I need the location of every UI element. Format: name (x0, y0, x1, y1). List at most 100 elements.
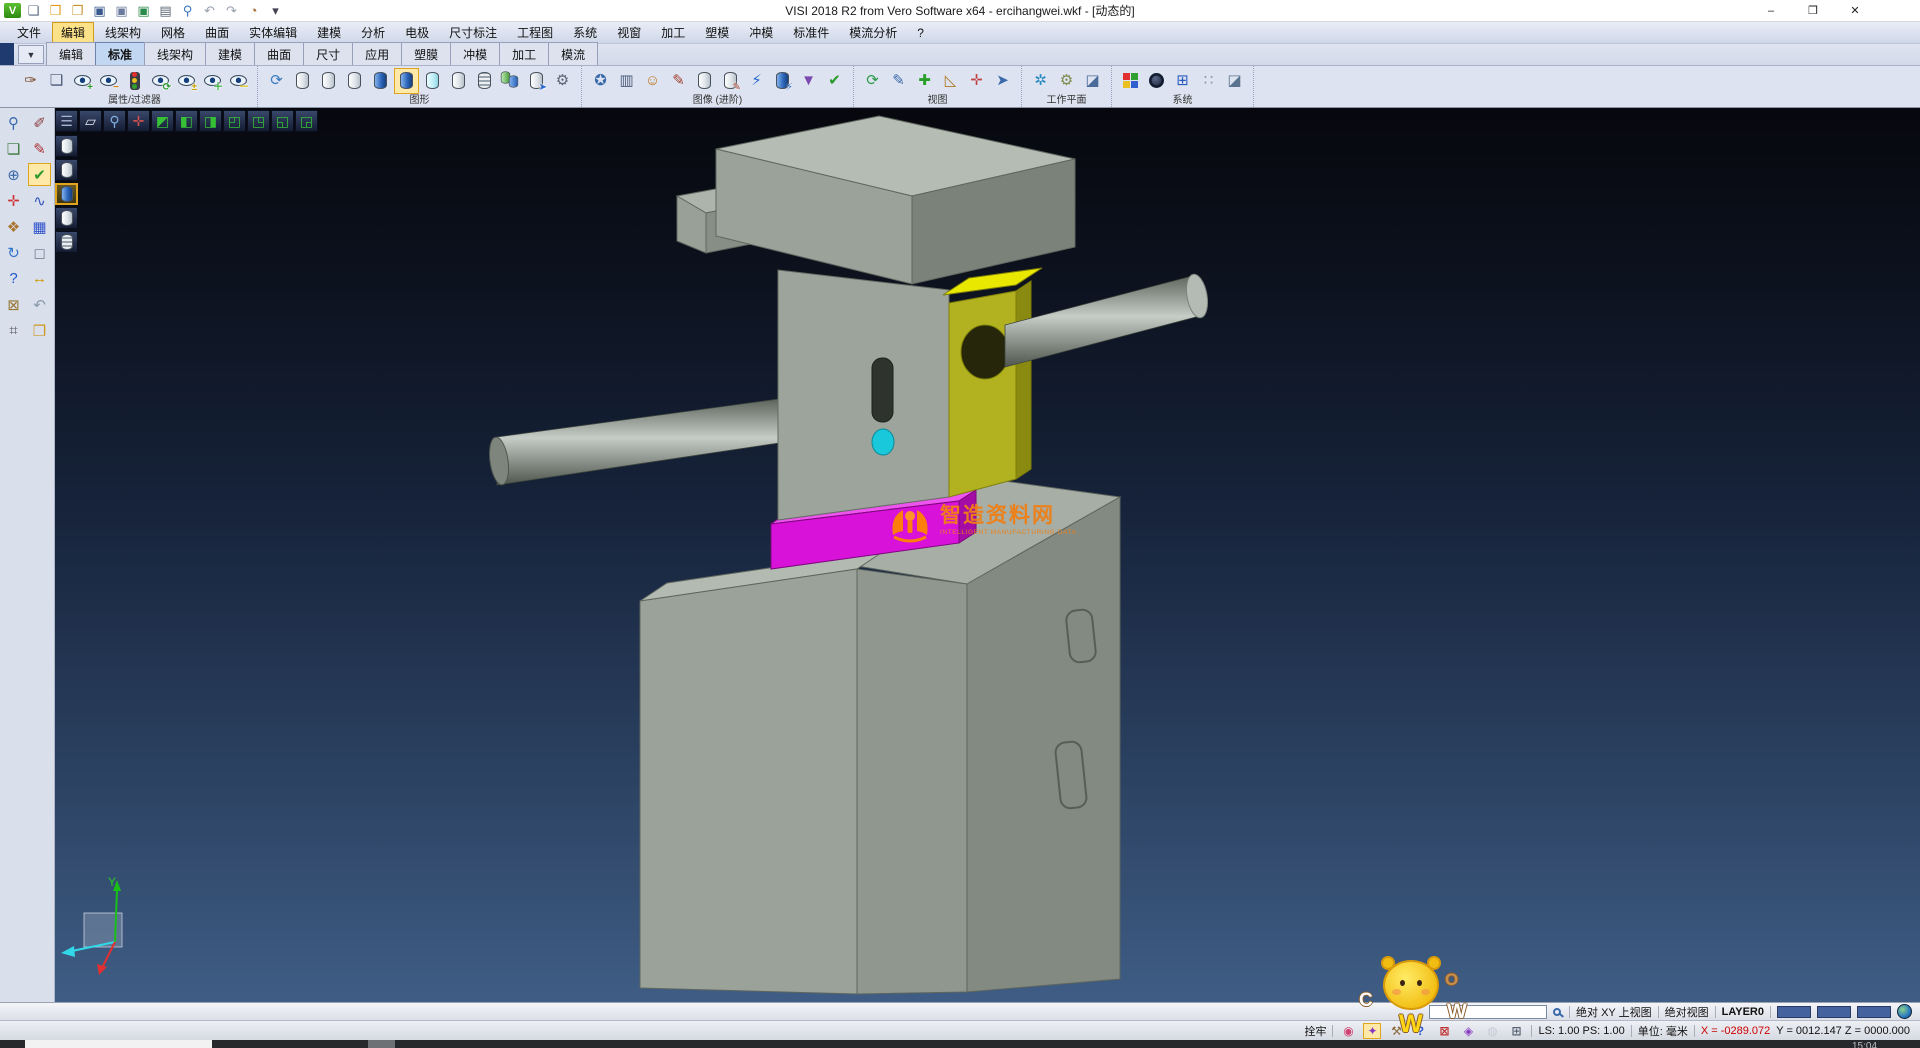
material-columns-icon[interactable]: ▥ (614, 68, 639, 94)
regen-graphics-icon[interactable]: ⟳ (264, 68, 289, 94)
filter-funnel-icon[interactable]: ▼ (796, 68, 821, 94)
absolute-view-label[interactable]: 绝对视图 (1665, 1004, 1709, 1020)
ribbon-tab-10[interactable]: 模流 (548, 42, 598, 65)
view-axis-icon[interactable]: ✛ (964, 68, 989, 94)
ribbon-tab-5[interactable]: 尺寸 (303, 42, 353, 65)
tab-dropdown-button[interactable]: ▼ (18, 45, 44, 64)
ribbon-tab-7[interactable]: 塑膜 (401, 42, 451, 65)
strip-hidden-icon[interactable] (55, 159, 78, 181)
menu-item-13[interactable]: 加工 (652, 22, 694, 43)
regen-refresh-icon[interactable]: ↻ (2, 241, 25, 264)
menu-item-8[interactable]: 电极 (396, 22, 438, 43)
hidden-line-cylinder-icon[interactable] (316, 68, 341, 94)
model-guide-shaft-right[interactable] (1005, 273, 1211, 367)
ribbon-tab-6[interactable]: 应用 (352, 42, 402, 65)
clamp-profile-icon[interactable]: ⌗ (2, 319, 25, 342)
attributes-palette-icon[interactable]: ❖ (2, 215, 25, 238)
invert-visibility-icon[interactable]: ± (174, 68, 199, 94)
save-all-icon[interactable]: ▣ (134, 2, 153, 20)
menu-item-6[interactable]: 建模 (308, 22, 350, 43)
face-color-icon[interactable]: ☺ (640, 68, 665, 94)
dynamic-section-icon[interactable]: ➤ (524, 68, 549, 94)
lighting-icon[interactable]: ⚡ (744, 68, 769, 94)
menu-item-16[interactable]: 标准件 (784, 22, 838, 43)
graphics-canvas[interactable]: ☰▱⚲✛◩◧◨◰◳◱◲ (55, 108, 1920, 1002)
glove-icon[interactable]: ◍ (1483, 1023, 1501, 1039)
move-axes-icon[interactable]: ✛ (2, 189, 25, 212)
ribbon-tab-4[interactable]: 曲面 (254, 42, 304, 65)
shade-cube-icon[interactable]: ◻ (28, 241, 51, 264)
strip-section-icon[interactable] (55, 231, 78, 253)
iso-view-icon[interactable]: ◩ (151, 110, 174, 132)
hide-entity-icon[interactable]: − (96, 68, 121, 94)
scrollbar-segment[interactable] (368, 1040, 395, 1048)
delete-trash-icon[interactable]: ⊠ (2, 293, 25, 316)
zoom-extent-icon[interactable]: ⊕ (2, 163, 25, 186)
open-copy-icon[interactable]: ❐ (68, 2, 87, 20)
close-button[interactable]: ✕ (1842, 2, 1868, 20)
select-magnify-icon[interactable]: ⚲ (2, 111, 25, 134)
left-view-icon[interactable]: ◨ (199, 110, 222, 132)
undo-icon[interactable]: ↶ (200, 2, 219, 20)
measure-distance-icon[interactable]: ↔ (28, 267, 51, 290)
wireframe-cylinder-icon[interactable] (290, 68, 315, 94)
record-icon[interactable]: ◉ (1339, 1023, 1357, 1039)
model-yellow-block[interactable] (943, 268, 1042, 497)
workplane-edit-icon[interactable]: ⚙ (1054, 68, 1079, 94)
zoom-dynamic-icon[interactable]: ⚲ (103, 110, 126, 132)
ribbon-tab-3[interactable]: 建模 (205, 42, 255, 65)
validate-solid-icon[interactable]: ✔ (822, 68, 847, 94)
edit-attributes-icon[interactable]: ✑ (18, 68, 43, 94)
hammer-icon[interactable]: ⚒ (1387, 1023, 1405, 1039)
model-punch-column[interactable] (778, 270, 949, 520)
axonometric-icon[interactable]: ✛ (127, 110, 150, 132)
menu-item-12[interactable]: 视窗 (608, 22, 650, 43)
front-view-icon[interactable]: ◧ (175, 110, 198, 132)
shaded-edges-cylinder-icon[interactable] (394, 68, 419, 94)
menu-item-5[interactable]: 实体编辑 (240, 22, 306, 43)
top-view-icon[interactable]: ◰ (223, 110, 246, 132)
strip-wireframe-icon[interactable] (55, 135, 78, 157)
table-window-icon[interactable]: ⊞ (1170, 68, 1195, 94)
view-orient-icon[interactable]: ➤ (990, 68, 1015, 94)
attributes-page-icon[interactable]: ❏ (44, 68, 69, 94)
view-mode-label[interactable]: 绝对 XY 上视图 (1576, 1004, 1652, 1020)
minimize-button[interactable]: – (1758, 2, 1784, 20)
flat-shade-cylinder-icon[interactable] (446, 68, 471, 94)
open-folder-icon[interactable]: ❒ (46, 2, 65, 20)
print-preview-icon[interactable]: ⚲ (178, 2, 197, 20)
wand-icon[interactable]: ✦ (1363, 1023, 1381, 1039)
graphics-settings-icon[interactable]: ⚙ (550, 68, 575, 94)
menu-item-7[interactable]: 分析 (352, 22, 394, 43)
plane-view-icon[interactable]: ▱ (79, 110, 102, 132)
menu-item-11[interactable]: 系统 (564, 22, 606, 43)
new-file-icon[interactable]: ❏ (24, 2, 43, 20)
curve-edit-icon[interactable]: ✎ (28, 137, 51, 160)
workplane-align-icon[interactable]: ◪ (1080, 68, 1105, 94)
world-icon[interactable] (1144, 68, 1169, 94)
shaded-cylinder-icon[interactable] (368, 68, 393, 94)
menu-item-1[interactable]: 编辑 (52, 22, 94, 43)
filter-traffic-icon[interactable] (122, 68, 147, 94)
solid-lighting-icon[interactable]: ⚡ (770, 68, 795, 94)
ribbon-tab-2[interactable]: 线架构 (144, 42, 206, 65)
save-as-icon[interactable]: ▣ (112, 2, 131, 20)
ribbon-tab-0[interactable]: 编辑 (46, 42, 96, 65)
print-icon[interactable]: ▤ (156, 2, 175, 20)
dot-grid-icon[interactable]: ∷ (1196, 68, 1221, 94)
session-icon[interactable]: ◔ (244, 2, 263, 20)
slant-plane-icon[interactable]: ◪ (1222, 68, 1247, 94)
color-swatch-1[interactable] (1777, 1006, 1811, 1018)
menu-item-10[interactable]: 工程图 (508, 22, 562, 43)
grid-plane-icon[interactable]: ▦ (28, 215, 51, 238)
menu-item-4[interactable]: 曲面 (196, 22, 238, 43)
window-grid-icon[interactable]: ⊞ (1507, 1023, 1525, 1039)
strip-flat-icon[interactable] (55, 207, 78, 229)
face-edit-icon[interactable]: ✎ (666, 68, 691, 94)
solid-style-icon[interactable] (692, 68, 717, 94)
menu-item-18[interactable]: ? (908, 24, 933, 42)
ribbon-tab-1[interactable]: 标准 (95, 42, 145, 65)
help-question-icon[interactable]: ? (2, 267, 25, 290)
model-top-block[interactable] (677, 116, 1075, 284)
model-guide-shaft-left[interactable] (487, 399, 779, 486)
